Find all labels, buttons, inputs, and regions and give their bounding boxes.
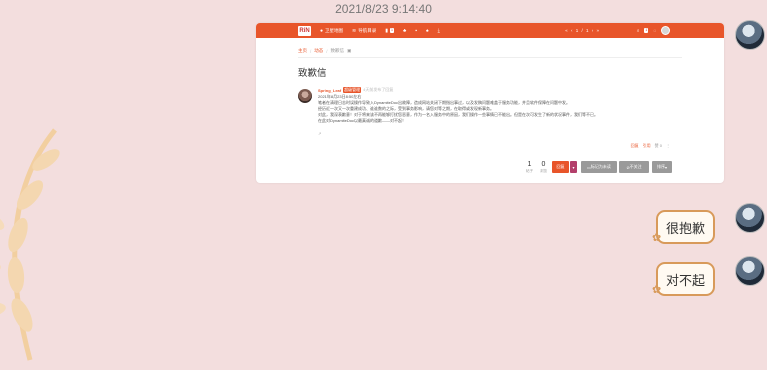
like-link[interactable]: 赞 0 xyxy=(655,143,662,149)
sender-avatar[interactable] xyxy=(735,20,765,50)
chat-message-text: 对不起 xyxy=(666,272,706,288)
download-icon: ⤓ xyxy=(437,27,440,34)
post-author-avatar[interactable] xyxy=(298,89,312,103)
forum-screenshot-card[interactable]: RiN ● 卫星地图 ≋ 导航目录 ▮ 1 ♣ ▪ ♠ ⤓ « ‹ 1 / 1 … xyxy=(256,23,724,183)
unwatch-label: 不关注 xyxy=(629,164,642,169)
reply-options-button[interactable]: ▾ xyxy=(570,161,577,173)
forum-top-nav: RiN ● 卫星地图 ≋ 导航目录 ▮ 1 ♣ ▪ ♠ ⤓ « ‹ 1 / 1 … xyxy=(256,23,724,38)
nav-icon-notification[interactable]: ▮ 1 xyxy=(385,28,394,34)
nav-item-directory[interactable]: ≋ 导航目录 xyxy=(352,28,376,34)
sender-avatar[interactable] xyxy=(735,256,765,286)
nav-icon-groups[interactable]: ▪ xyxy=(415,28,417,34)
breadcrumb: 主页 / 动态 / 致歉信 ▣ xyxy=(298,48,351,54)
chevron-down-icon: ▾ xyxy=(664,164,667,170)
stat-posts: 1 帖子 xyxy=(526,161,533,174)
stat-value: 1 xyxy=(527,161,532,168)
paw-icon: ✿ xyxy=(652,284,662,296)
post-author[interactable]: Spring_Leaf xyxy=(318,88,341,93)
stat-value: 0 xyxy=(541,161,546,168)
paw-icon: ✿ xyxy=(652,232,662,244)
unwatch-button[interactable]: ⊘ 不关注 xyxy=(619,161,649,173)
reply-link[interactable]: 回复 xyxy=(631,143,639,149)
message-icon[interactable]: ◌ xyxy=(653,28,656,33)
stat-views: 0 浏览 xyxy=(540,161,547,174)
divider xyxy=(298,57,682,58)
breadcrumb-separator: / xyxy=(310,48,312,54)
group-icon: ▪ xyxy=(415,27,418,34)
nav-item-label: 导航目录 xyxy=(358,27,377,33)
user-avatar[interactable] xyxy=(661,26,670,35)
post-actions: 回复 引用 赞 0 ⋮ xyxy=(631,143,670,149)
forum-logo[interactable]: RiN xyxy=(298,25,311,36)
mark-unread-label: 标记为未读 xyxy=(590,164,611,169)
sort-label: 排序 xyxy=(656,164,665,169)
group-badge: 超级管理 xyxy=(343,87,362,93)
topic-stats: 1 帖子 0 浏览 xyxy=(526,161,547,174)
breadcrumb-separator: / xyxy=(326,48,328,54)
chat-bubble[interactable]: 对不起 xyxy=(656,262,716,296)
edit-icon[interactable]: ↗ xyxy=(318,131,321,136)
rss-icon[interactable]: ▣ xyxy=(347,48,351,54)
users-icon: ♣ xyxy=(402,27,407,34)
nav-item-map[interactable]: ● 卫星地图 xyxy=(320,28,343,34)
more-icon[interactable]: ⋮ xyxy=(666,143,670,149)
breadcrumb-current: 致歉信 xyxy=(330,48,345,53)
sort-button[interactable]: 排序 ▾ xyxy=(652,161,672,173)
nav-icon-users[interactable]: ♣ xyxy=(403,28,406,34)
post-line: 在此对DynamiteDoc以最真诚的道歉——对不起！ xyxy=(318,118,407,123)
nav-icon-download[interactable]: ⤓ xyxy=(438,28,440,34)
wreath-decoration xyxy=(0,128,60,361)
topic-title: 致歉信 xyxy=(298,68,327,79)
breadcrumb-section[interactable]: 动态 xyxy=(314,48,323,54)
chat-badge-icon[interactable]: 1 xyxy=(644,28,649,33)
chat-message-text: 很抱歉 xyxy=(666,220,706,236)
map-pin-icon: ● xyxy=(320,27,324,34)
wifi-icon: ≋ xyxy=(352,27,357,34)
sender-avatar[interactable] xyxy=(735,203,765,233)
stat-label: 浏览 xyxy=(540,169,547,173)
chat-timestamp: 2021/8/23 9:14:40 xyxy=(335,2,432,16)
stat-label: 帖子 xyxy=(526,169,533,173)
post-time[interactable]: 4天前发布了回复 xyxy=(363,87,393,93)
post-meta: Spring_Leaf 超级管理 4天前发布了回复 xyxy=(318,87,393,93)
pagination[interactable]: « ‹ 1 / 1 › » xyxy=(565,28,600,33)
search-icon[interactable]: ⌕ xyxy=(637,28,640,33)
quote-link[interactable]: 引用 xyxy=(643,143,651,149)
breadcrumb-home[interactable]: 主页 xyxy=(298,48,307,54)
chat-bubble[interactable]: 很抱歉 xyxy=(656,210,716,244)
nav-item-label: 卫星地图 xyxy=(325,27,344,33)
reply-button[interactable]: 回复 xyxy=(552,161,569,173)
bell-icon: ▮ xyxy=(385,27,388,34)
nav-icon-tags[interactable]: ♠ xyxy=(426,28,429,34)
mark-unread-button[interactable]: ▭ 标记为未读 xyxy=(581,161,617,173)
notification-badge: 1 xyxy=(390,28,394,33)
tag-icon: ♠ xyxy=(426,27,429,34)
